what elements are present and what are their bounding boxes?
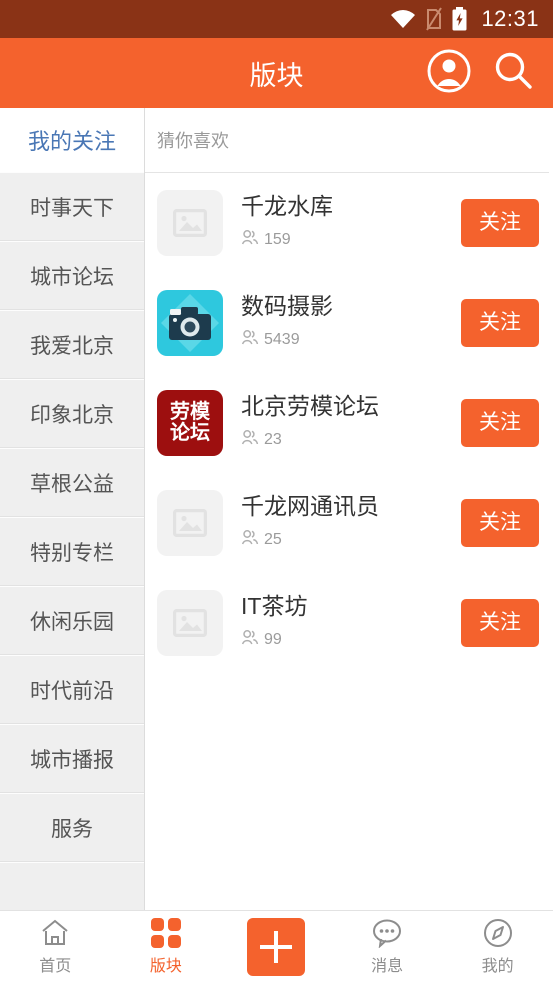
- sidebar-item-3[interactable]: 印象北京: [0, 379, 144, 448]
- follow-button[interactable]: 关注: [461, 399, 539, 447]
- laomo-forum-logo: 劳模 论坛: [157, 390, 223, 456]
- forum-title: 千龙水库: [241, 193, 333, 220]
- forum-title: 数码摄影: [241, 293, 333, 320]
- member-count: 159: [264, 231, 291, 249]
- app-bar-actions: [427, 49, 553, 98]
- sidebar-item-6[interactable]: 休闲乐园: [0, 586, 144, 655]
- nav-item-我的[interactable]: 我的: [442, 918, 553, 976]
- placeholder-image-icon: [157, 490, 223, 556]
- sidebar-item-8[interactable]: 城市播报: [0, 724, 144, 793]
- camera-icon: [157, 290, 223, 356]
- sidebar-item-9[interactable]: 服务: [0, 793, 144, 862]
- home-icon: [40, 918, 70, 948]
- sidebar-item-label: 我爱北京: [30, 334, 114, 358]
- sidebar-item-label: 时代前沿: [30, 679, 114, 703]
- follow-button[interactable]: 关注: [461, 599, 539, 647]
- sidebar-header[interactable]: 我的关注: [0, 108, 144, 172]
- search-icon[interactable]: [493, 50, 535, 97]
- bottom-nav: 首页 版块 消息 我的: [0, 910, 553, 983]
- forum-info: IT茶坊 99: [223, 594, 461, 651]
- sim-off-icon: [426, 7, 443, 31]
- nav-item-消息[interactable]: 消息: [332, 918, 443, 976]
- content-area: 我的关注 时事天下城市论坛我爱北京印象北京草根公益特别专栏休闲乐园时代前沿城市播…: [0, 108, 553, 922]
- forum-list: 千龙水库 159 关注 数码摄影 5439 关注 劳模 论坛 北京劳模论坛 23 关注 千龙网通讯员 2…: [145, 173, 553, 673]
- status-bar: 12:31: [0, 0, 553, 38]
- sidebar-item-0[interactable]: 时事天下: [0, 172, 144, 241]
- members-icon: [241, 329, 259, 352]
- nav-item-label: 我的: [481, 958, 514, 975]
- sidebar-item-2[interactable]: 我爱北京: [0, 310, 144, 379]
- main-panel: 猜你喜欢 千龙水库 159 关注 数码摄影 5439 关注 劳模 论坛 北京劳模论坛 23 关注 千龙…: [145, 108, 553, 910]
- sidebar-item-label: 印象北京: [30, 403, 114, 427]
- sidebar-list: 时事天下城市论坛我爱北京印象北京草根公益特别专栏休闲乐园时代前沿城市播报服务: [0, 172, 144, 922]
- placeholder-image-icon: [157, 590, 223, 656]
- forum-meta: 159: [241, 229, 461, 252]
- placeholder-image-icon: [157, 190, 223, 256]
- members-icon: [241, 429, 259, 452]
- sidebar-header-label: 我的关注: [27, 129, 116, 154]
- nav-item-label: 首页: [39, 958, 72, 975]
- forum-row[interactable]: 千龙水库 159 关注: [145, 173, 553, 273]
- forum-title: 千龙网通讯员: [241, 493, 379, 520]
- forum-title: 北京劳模论坛: [241, 393, 379, 420]
- forum-row[interactable]: 数码摄影 5439 关注: [145, 273, 553, 373]
- nav-item-首页[interactable]: 首页: [0, 918, 111, 976]
- battery-charging-icon: [452, 7, 467, 31]
- forum-title: IT茶坊: [241, 593, 308, 620]
- message-icon: [371, 918, 403, 948]
- main-header: 猜你喜欢: [145, 108, 553, 172]
- app-bar: 版块: [0, 38, 553, 108]
- logo-line-1: 劳模: [170, 401, 210, 423]
- plus-icon[interactable]: [247, 918, 306, 976]
- follow-button[interactable]: 关注: [461, 199, 539, 247]
- forum-meta: 23: [241, 429, 461, 452]
- forum-row[interactable]: 劳模 论坛 北京劳模论坛 23 关注: [145, 373, 553, 473]
- forum-info: 数码摄影 5439: [223, 294, 461, 351]
- sidebar-item-label: 特别专栏: [30, 541, 114, 565]
- forum-info: 千龙水库 159: [223, 194, 461, 251]
- nav-item-版块[interactable]: 版块: [111, 918, 222, 976]
- grid-icon: [150, 918, 181, 948]
- member-count: 5439: [264, 331, 300, 349]
- main-header-label: 猜你喜欢: [157, 131, 229, 151]
- forum-meta: 5439: [241, 329, 461, 352]
- nav-item-label: 消息: [371, 958, 404, 975]
- sidebar-item-label: 休闲乐园: [30, 610, 114, 634]
- forum-meta: 25: [241, 529, 461, 552]
- members-icon: [241, 229, 259, 252]
- sidebar-item-label: 城市播报: [30, 748, 114, 772]
- sidebar-item-label: 服务: [51, 817, 93, 841]
- forum-meta: 99: [241, 629, 461, 652]
- account-icon[interactable]: [427, 49, 471, 98]
- sidebar-item-7[interactable]: 时代前沿: [0, 655, 144, 724]
- nav-item-label: 版块: [149, 958, 182, 975]
- forum-info: 千龙网通讯员 25: [223, 494, 461, 551]
- forum-info: 北京劳模论坛 23: [223, 394, 461, 451]
- forum-row[interactable]: IT茶坊 99 关注: [145, 573, 553, 673]
- members-icon: [241, 629, 259, 652]
- sidebar-item-5[interactable]: 特别专栏: [0, 517, 144, 586]
- status-bar-clock: 12:31: [481, 6, 539, 31]
- member-count: 23: [264, 431, 282, 449]
- sidebar: 我的关注 时事天下城市论坛我爱北京印象北京草根公益特别专栏休闲乐园时代前沿城市播…: [0, 108, 145, 922]
- sidebar-item-1[interactable]: 城市论坛: [0, 241, 144, 310]
- sidebar-item-4[interactable]: 草根公益: [0, 448, 144, 517]
- logo-line-2: 论坛: [170, 422, 210, 444]
- compass-icon: [483, 918, 513, 948]
- follow-button[interactable]: 关注: [461, 499, 539, 547]
- follow-button[interactable]: 关注: [461, 299, 539, 347]
- nav-item-create[interactable]: [221, 918, 332, 976]
- wifi-icon: [390, 9, 416, 29]
- sidebar-item-label: 城市论坛: [30, 265, 114, 289]
- member-count: 99: [264, 631, 282, 649]
- app-root: 12:31 版块 我的关注 时事天下 城市论坛 我爱北京 印象北京 草根公益 特…: [0, 0, 553, 983]
- members-icon: [241, 529, 259, 552]
- member-count: 25: [264, 531, 282, 549]
- forum-row[interactable]: 千龙网通讯员 25 关注: [145, 473, 553, 573]
- sidebar-item-label: 草根公益: [30, 472, 114, 496]
- sidebar-item-label: 时事天下: [30, 196, 114, 220]
